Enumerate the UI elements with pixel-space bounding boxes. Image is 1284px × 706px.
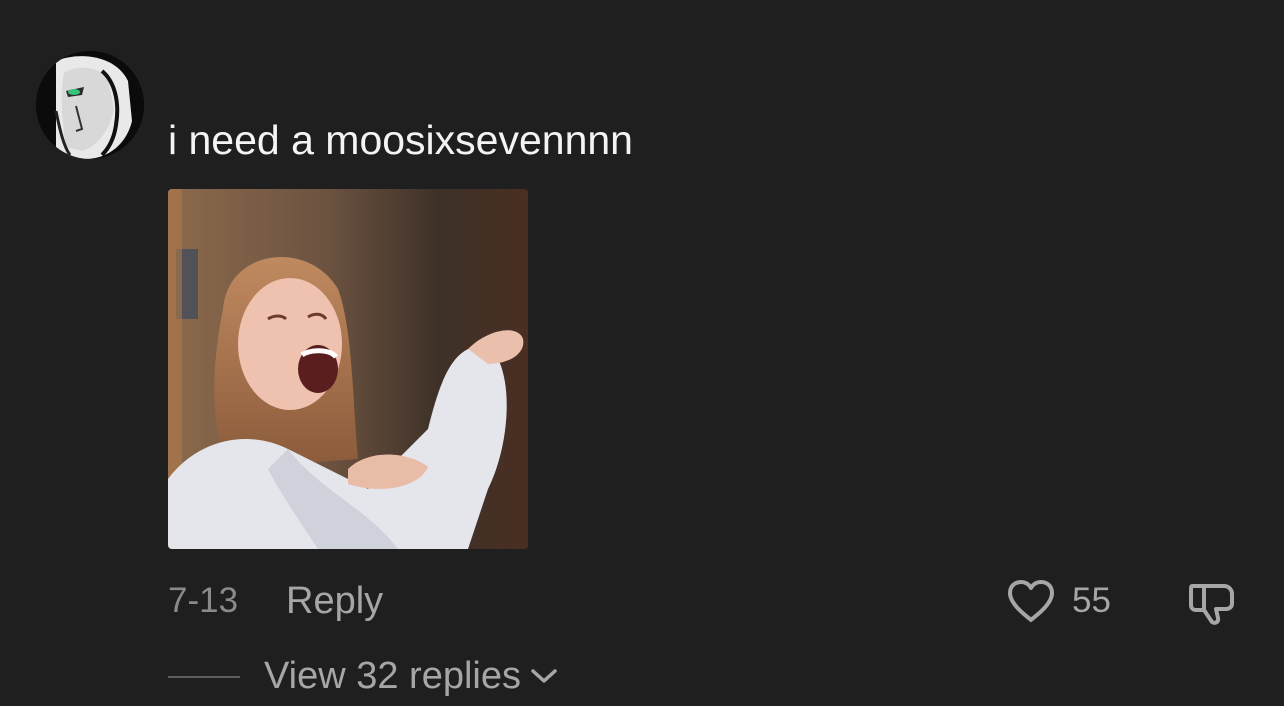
- replies-divider: [168, 676, 240, 678]
- comment-meta-row: 7-13 Reply 55: [0, 578, 1284, 626]
- avatar-image: [36, 51, 144, 159]
- comment-date: 7-13: [168, 581, 239, 620]
- view-replies-button[interactable]: View 32 replies: [264, 652, 559, 700]
- chevron-down-icon: [531, 669, 557, 683]
- comment-item: i need a moosixsevennnn 7-13 Reply 55 Vi…: [0, 0, 1284, 706]
- thumbs-down-icon[interactable]: [1186, 578, 1238, 626]
- reply-button[interactable]: Reply: [286, 578, 383, 624]
- view-replies-label: View 32 replies: [264, 655, 522, 697]
- heart-icon[interactable]: [1006, 578, 1056, 624]
- like-group: 55: [1006, 578, 1111, 624]
- gif-image: [168, 189, 528, 549]
- like-count: 55: [1072, 581, 1111, 620]
- gif-attachment[interactable]: [168, 189, 528, 549]
- comment-text: i need a moosixsevennnn: [168, 117, 633, 163]
- replies-row: View 32 replies: [0, 652, 1284, 700]
- avatar[interactable]: [36, 51, 144, 159]
